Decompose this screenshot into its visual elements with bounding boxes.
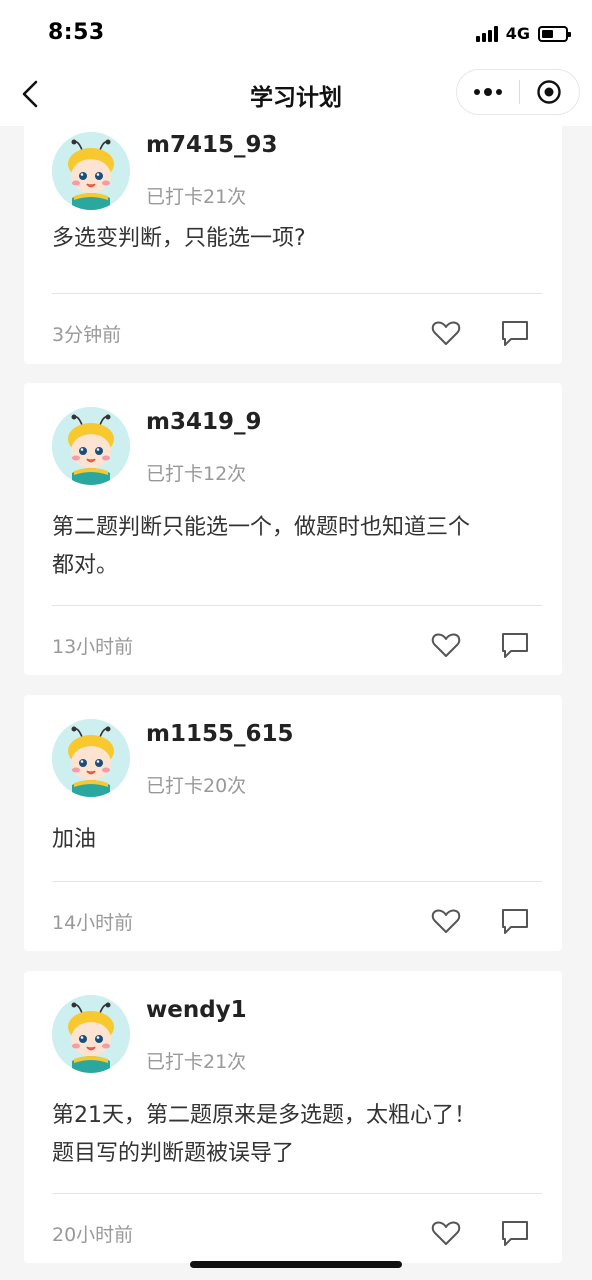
username[interactable]: m1155_615 xyxy=(146,721,294,747)
post-divider xyxy=(52,605,542,606)
avatar[interactable] xyxy=(52,995,130,1073)
avatar[interactable] xyxy=(52,407,130,485)
post-card: m3419_9 已打卡12次 第二题判断只能选一个，做题时也知道三个 都对。 1… xyxy=(24,383,562,675)
checkin-count: 已打卡12次 xyxy=(146,463,247,485)
post-divider xyxy=(52,293,542,294)
signal-icon xyxy=(475,25,498,42)
more-dots-icon xyxy=(473,89,480,95)
post-content: 加油 xyxy=(52,827,97,852)
like-button[interactable] xyxy=(429,904,463,938)
post-divider xyxy=(52,881,542,882)
post-card: m1155_615 已打卡20次 加油 14小时前 xyxy=(24,695,562,951)
post-content-line: 题目写的判断题被误导了 xyxy=(52,1141,295,1166)
close-mini-program-button[interactable] xyxy=(519,69,579,115)
post-content-line: 第二题判断只能选一个，做题时也知道三个 xyxy=(52,515,471,540)
comment-button[interactable] xyxy=(498,316,532,350)
comment-button[interactable] xyxy=(498,1216,532,1250)
status-time: 8:53 xyxy=(48,20,105,45)
target-circle-icon xyxy=(537,80,561,104)
comment-button[interactable] xyxy=(498,628,532,662)
checkin-count: 已打卡21次 xyxy=(146,1051,247,1073)
comment-button[interactable] xyxy=(498,904,532,938)
post-time: 20小时前 xyxy=(52,1224,134,1246)
comment-icon xyxy=(502,909,528,934)
like-button[interactable] xyxy=(429,628,463,662)
heart-icon xyxy=(431,1221,461,1245)
network-type: 4G xyxy=(505,24,530,43)
checkin-count: 已打卡21次 xyxy=(146,186,247,208)
post-card: m7415_93 已打卡21次 多选变判断，只能选一项? 3分钟前 xyxy=(24,114,562,364)
battery-icon xyxy=(538,25,571,42)
heart-icon xyxy=(431,909,461,933)
avatar[interactable] xyxy=(52,132,130,210)
like-button[interactable] xyxy=(429,1216,463,1250)
comment-icon xyxy=(502,1221,528,1246)
heart-icon xyxy=(431,321,461,345)
post-content-line: 都对。 xyxy=(52,553,119,578)
post-content: 第21天，第二题原来是多选题，太粗心了！ 题目写的判断题被误导了 xyxy=(52,1097,542,1173)
comment-icon xyxy=(502,321,528,346)
post-content: 第二题判断只能选一个，做题时也知道三个 都对。 xyxy=(52,509,542,585)
post-card: wendy1 已打卡21次 第21天，第二题原来是多选题，太粗心了！ 题目写的判… xyxy=(24,971,562,1263)
post-content-line: 第21天，第二题原来是多选题，太粗心了！ xyxy=(52,1103,476,1128)
username[interactable]: m7415_93 xyxy=(146,132,278,158)
post-time: 3分钟前 xyxy=(52,324,122,346)
username[interactable]: wendy1 xyxy=(146,997,247,1023)
status-indicators: 4G xyxy=(475,24,571,43)
avatar[interactable] xyxy=(52,719,130,797)
post-divider xyxy=(52,1193,542,1194)
post-time: 13小时前 xyxy=(52,636,134,658)
heart-icon xyxy=(431,633,461,657)
home-indicator[interactable] xyxy=(190,1261,402,1268)
like-button[interactable] xyxy=(429,316,463,350)
checkin-count: 已打卡20次 xyxy=(146,775,247,797)
page: 8:53 4G 学习计划 m7415_93 已打卡21次 多选变判断，只能选一项… xyxy=(0,0,592,1280)
comment-icon xyxy=(502,633,528,658)
more-button[interactable] xyxy=(457,69,519,115)
mini-program-capsule xyxy=(456,69,580,115)
username[interactable]: m3419_9 xyxy=(146,409,261,435)
post-time: 14小时前 xyxy=(52,912,134,934)
nav-bar: 学习计划 xyxy=(0,62,592,126)
status-bar: 8:53 4G xyxy=(0,0,592,62)
post-content: 多选变判断，只能选一项? xyxy=(52,226,306,251)
